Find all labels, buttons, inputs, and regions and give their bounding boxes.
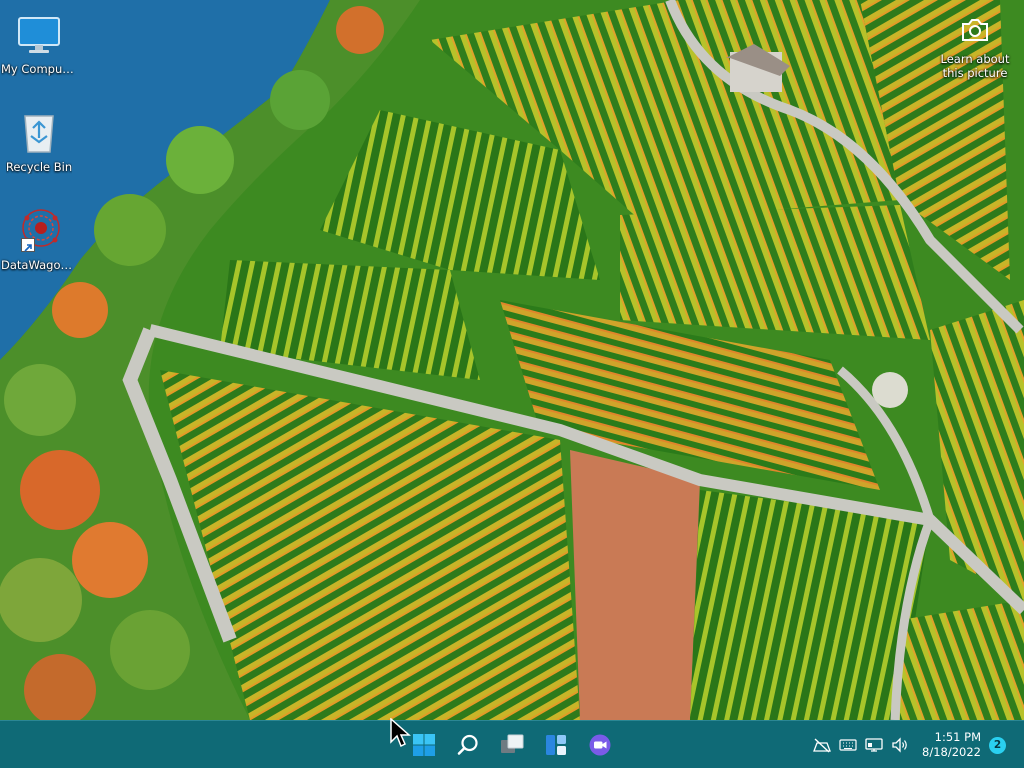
keyboard-icon[interactable] <box>837 734 859 756</box>
mouse-cursor-icon <box>390 717 412 752</box>
task-view-icon <box>501 734 524 753</box>
widgets-icon <box>546 735 566 755</box>
chat-icon <box>589 734 611 756</box>
desktop-wallpaper <box>0 0 1024 720</box>
desktop-icon-datawagon[interactable]: DataWagon... <box>0 198 78 288</box>
shortcut-arrow-icon <box>21 238 35 252</box>
chat-button[interactable] <box>580 725 620 765</box>
desktop-icon-recycle-bin[interactable]: Recycle Bin <box>0 100 78 190</box>
learn-about-picture[interactable]: Learn about this picture <box>936 12 1014 80</box>
network-off-icon[interactable] <box>811 734 833 756</box>
taskbar-apps <box>404 725 620 765</box>
notification-badge[interactable]: 2 <box>989 736 1006 754</box>
desktop-icon-label: My Computer <box>1 62 77 76</box>
recycle-bin-icon <box>15 108 63 156</box>
clock-time: 1:51 PM <box>934 730 981 744</box>
widgets-button[interactable] <box>536 725 576 765</box>
learn-about-picture-label: Learn about this picture <box>940 52 1010 80</box>
task-view-button[interactable] <box>492 725 532 765</box>
datawagon-icon <box>15 206 63 254</box>
search-icon <box>457 734 478 755</box>
desktop-icon-my-computer[interactable]: My Computer <box>0 2 78 92</box>
desktop-icon-label: DataWagon... <box>1 258 77 272</box>
display-icon[interactable] <box>863 734 885 756</box>
taskbar: 1:51 PM 8/18/2022 2 <box>0 720 1024 768</box>
speaker-icon[interactable] <box>889 734 911 756</box>
windows-logo-icon <box>413 734 435 756</box>
monitor-icon <box>15 10 63 58</box>
search-button[interactable] <box>448 725 488 765</box>
taskbar-clock[interactable]: 1:51 PM 8/18/2022 <box>921 730 981 760</box>
clock-date: 8/18/2022 <box>922 745 981 759</box>
desktop-icon-label: Recycle Bin <box>5 160 73 174</box>
system-tray: 1:51 PM 8/18/2022 2 <box>809 729 1024 761</box>
camera-icon <box>957 12 993 48</box>
